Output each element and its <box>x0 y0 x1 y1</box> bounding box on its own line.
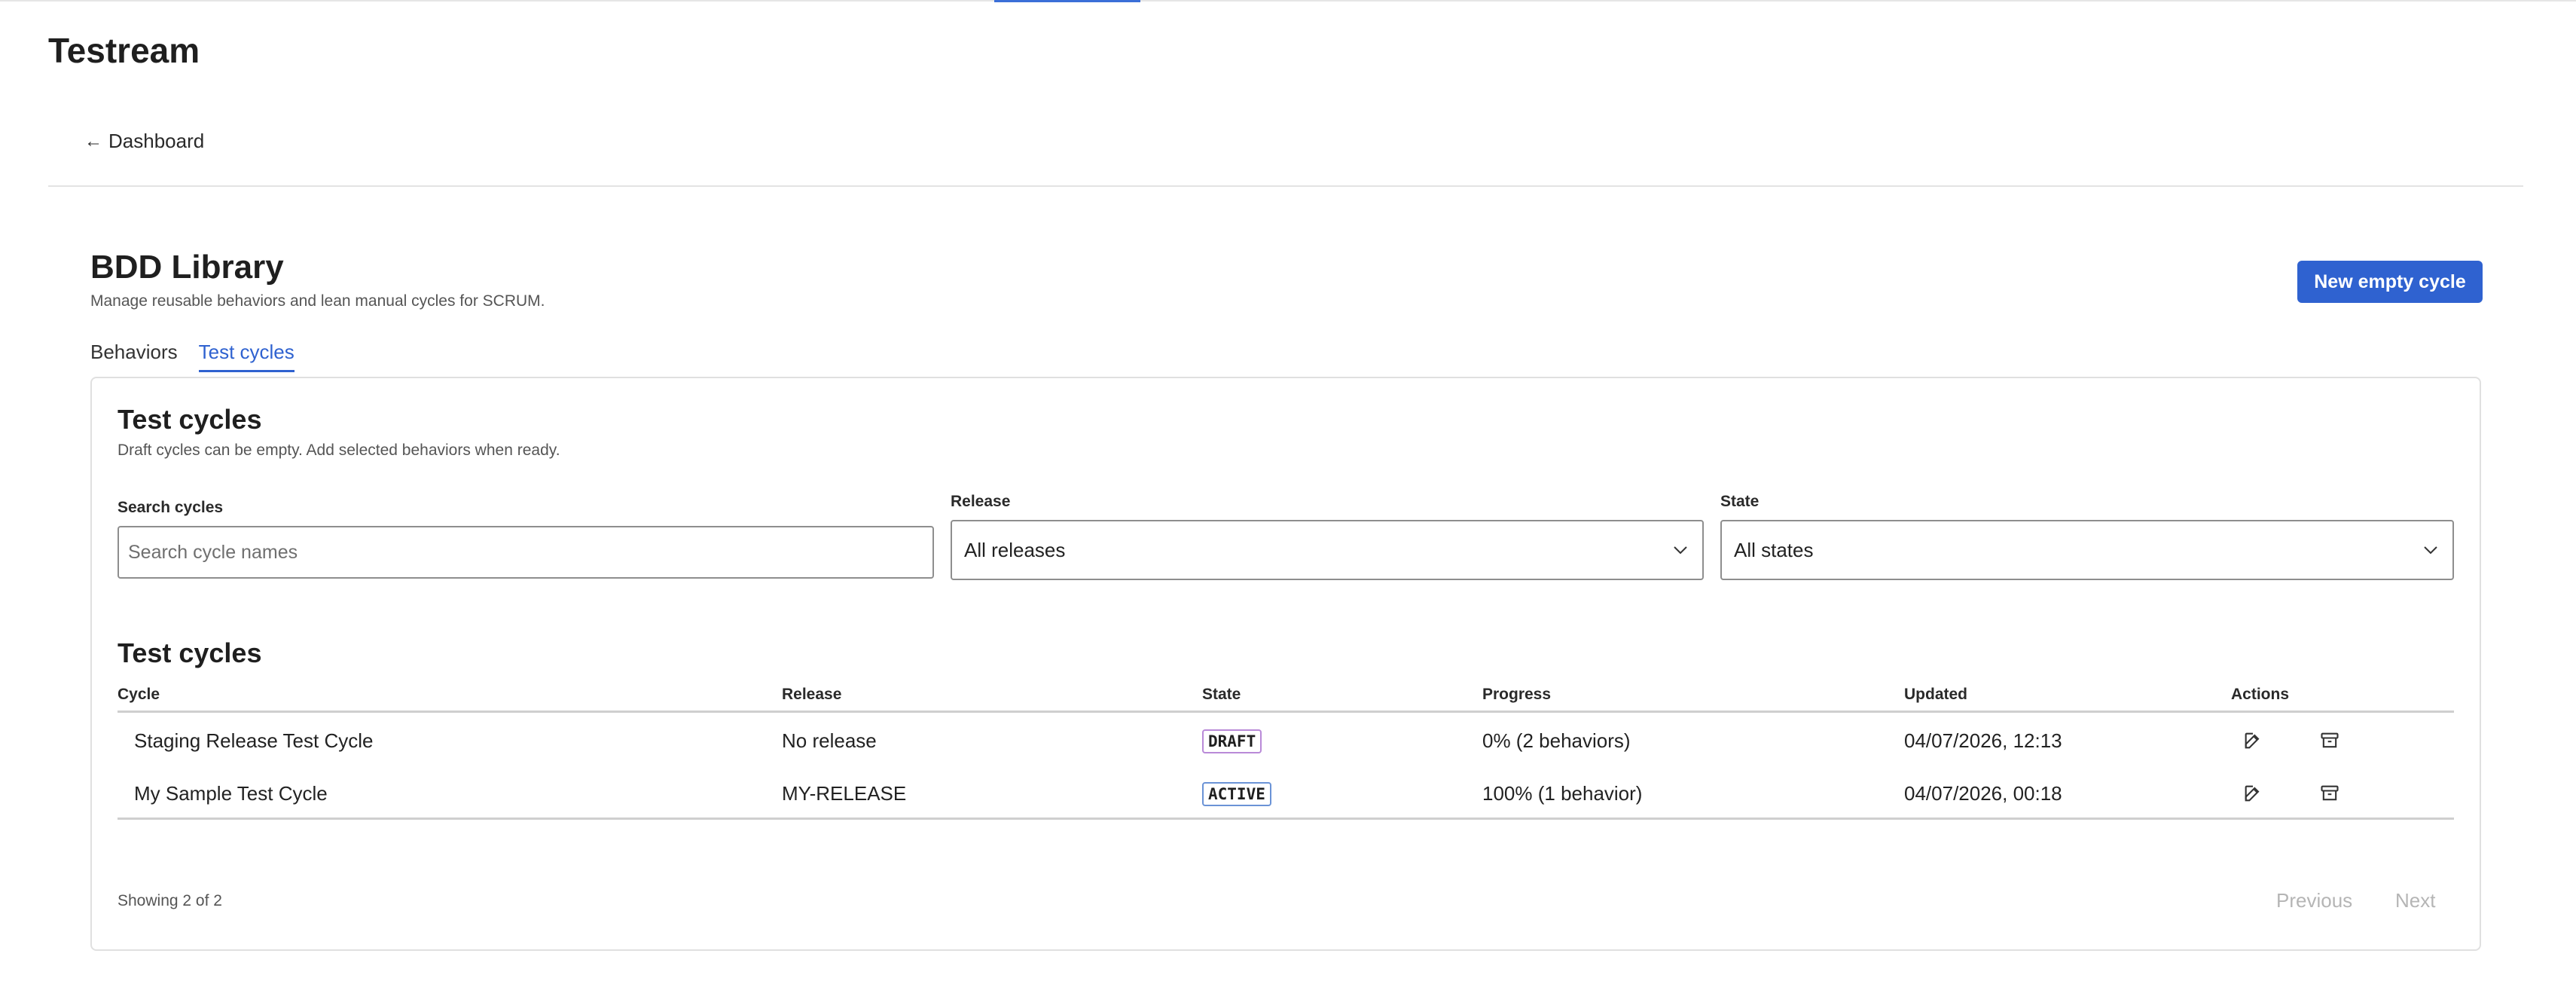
tab-behaviors[interactable]: Behaviors <box>90 341 178 372</box>
cycle-release: No release <box>782 729 877 752</box>
cycle-name: Staging Release Test Cycle <box>134 729 374 752</box>
top-border <box>0 0 2576 2</box>
release-select-value: All releases <box>964 538 1066 561</box>
column-header-progress: Progress <box>1482 686 1552 703</box>
previous-page-button[interactable]: Previous <box>2276 889 2352 912</box>
column-header-actions: Actions <box>2231 686 2290 703</box>
column-header-updated: Updated <box>1904 686 1967 703</box>
pagination-summary: Showing 2 of 2 <box>118 892 222 909</box>
header-divider <box>48 185 2523 187</box>
page-subtitle: Manage reusable behaviors and lean manua… <box>90 292 545 310</box>
status-badge: DRAFT <box>1202 729 1262 753</box>
status-badge: ACTIVE <box>1202 782 1271 806</box>
loading-indicator <box>994 0 1140 2</box>
page-title: BDD Library <box>90 249 284 286</box>
chevron-down-icon <box>1671 540 1690 560</box>
edit-icon[interactable] <box>2240 728 2266 753</box>
table-header: Cycle Release State Progress Updated Act… <box>118 683 2454 713</box>
archive-icon[interactable] <box>2317 781 2343 806</box>
table-title: Test cycles <box>118 637 262 668</box>
column-header-cycle: Cycle <box>118 686 160 703</box>
arrow-left-icon: ← <box>84 130 102 151</box>
cycle-progress: 0% (2 behaviors) <box>1482 729 1631 752</box>
search-input[interactable] <box>118 526 934 579</box>
cycle-updated: 04/07/2026, 00:18 <box>1904 782 2062 805</box>
state-filter-label: State <box>1720 493 1760 510</box>
cycle-updated: 04/07/2026, 12:13 <box>1904 729 2062 752</box>
tab-test-cycles[interactable]: Test cycles <box>198 341 295 372</box>
chevron-down-icon <box>2421 540 2440 560</box>
next-page-button[interactable]: Next <box>2395 889 2435 912</box>
app-title: Testream <box>48 31 200 70</box>
search-label: Search cycles <box>118 499 224 516</box>
archive-icon[interactable] <box>2317 728 2343 753</box>
back-to-dashboard-link[interactable]: ← Dashboard <box>84 130 204 153</box>
column-header-state: State <box>1202 686 1241 703</box>
panel-title: Test cycles <box>118 404 262 435</box>
table-row: Staging Release Test Cycle No release DR… <box>118 714 2454 767</box>
tab-bar: Behaviors Test cycles <box>90 341 295 372</box>
release-select[interactable]: All releases <box>951 520 1704 580</box>
edit-icon[interactable] <box>2240 781 2266 806</box>
state-select[interactable]: All states <box>1720 520 2454 580</box>
state-select-value: All states <box>1734 538 1814 561</box>
panel-subtitle: Draft cycles can be empty. Add selected … <box>118 442 560 459</box>
new-empty-cycle-button[interactable]: New empty cycle <box>2297 261 2483 303</box>
test-cycles-panel <box>90 377 2481 951</box>
cycle-release: MY-RELEASE <box>782 782 907 805</box>
release-filter-label: Release <box>951 493 1011 510</box>
cycle-progress: 100% (1 behavior) <box>1482 782 1643 805</box>
cycle-name: My Sample Test Cycle <box>134 782 328 805</box>
column-header-release: Release <box>782 686 842 703</box>
back-link-label: Dashboard <box>108 130 205 152</box>
table-row: My Sample Test Cycle MY-RELEASE ACTIVE 1… <box>118 767 2454 820</box>
